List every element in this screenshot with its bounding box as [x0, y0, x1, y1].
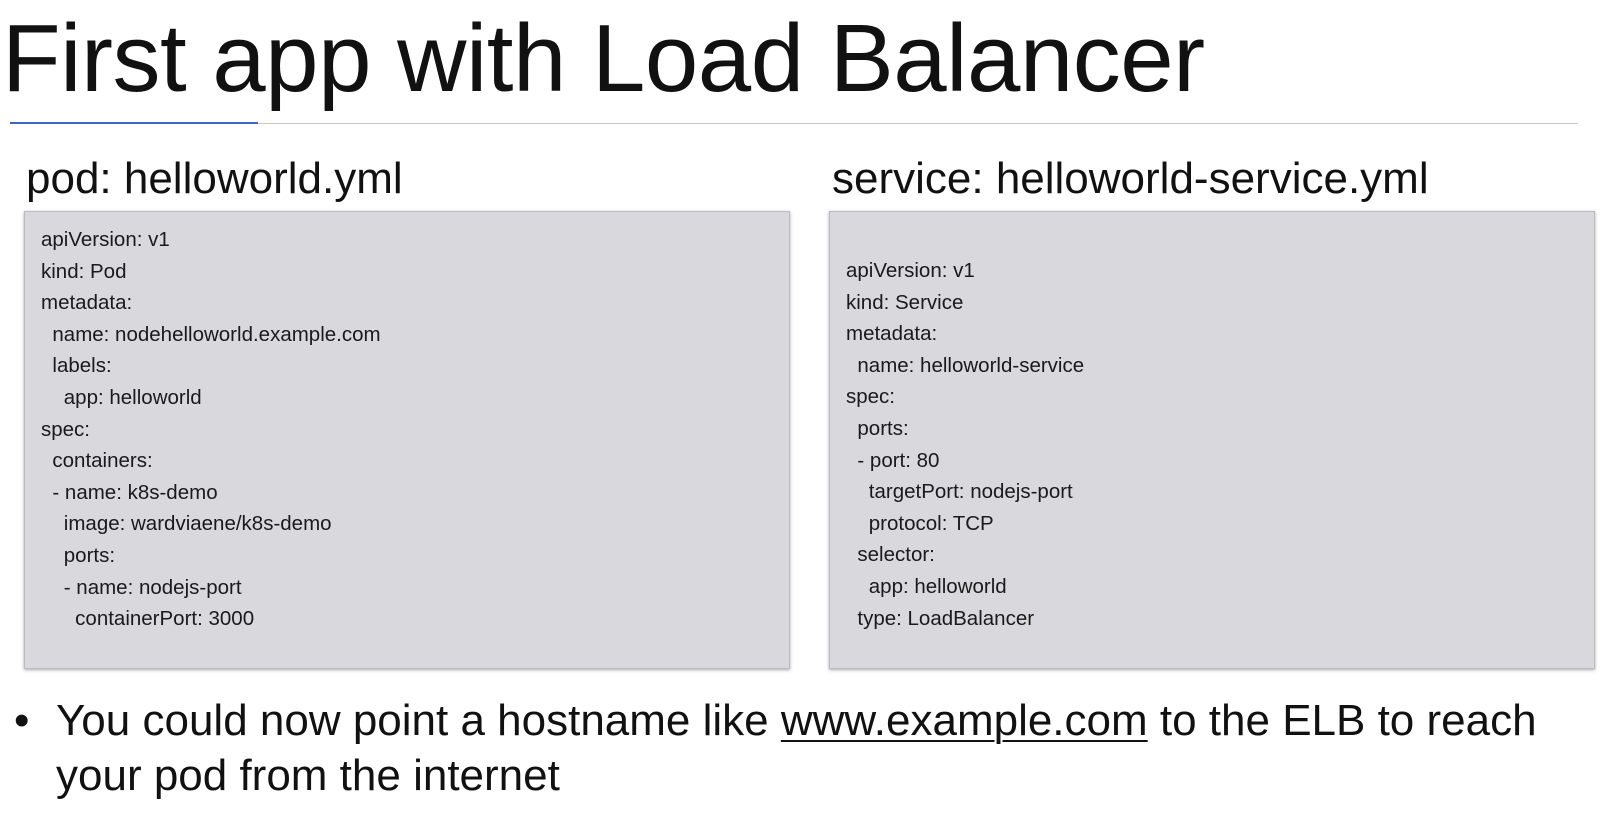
code-line: type: LoadBalancer	[846, 606, 1035, 630]
code-line: apiVersion: v1	[846, 259, 975, 282]
code-line: containerPort: 3000	[41, 607, 255, 631]
example-hostname-link[interactable]: www.example.com	[781, 696, 1148, 745]
code-line: ports:	[41, 543, 116, 567]
title-divider-accent	[10, 122, 258, 124]
code-line: - port: 80	[846, 448, 940, 472]
code-line: - name: nodejs-port	[41, 575, 242, 599]
code-line: app: helloworld	[41, 385, 202, 409]
code-line: selector:	[846, 543, 935, 567]
code-line: name: helloworld-service	[846, 353, 1085, 377]
code-line: - name: k8s-demo	[41, 480, 218, 504]
code-line: labels:	[41, 354, 112, 378]
bullet-text-before: You could now point a hostname like	[56, 696, 781, 745]
code-line: metadata:	[846, 322, 938, 346]
code-line: spec:	[41, 417, 90, 441]
code-line: metadata:	[41, 291, 133, 315]
code-line: image: wardviaene/k8s-demo	[41, 512, 332, 536]
bullet-text: You could now point a hostname like www.…	[56, 693, 1556, 803]
code-line: name: nodehelloworld.example.com	[41, 322, 381, 346]
pod-yaml-code-block: apiVersion: v1 kind: Pod metadata: name:…	[24, 211, 790, 669]
code-line: targetPort: nodejs-port	[846, 480, 1073, 504]
slide-title: First app with Load Balancer	[2, 5, 1205, 112]
code-line: app: helloworld	[846, 574, 1007, 598]
code-line: apiVersion: v1	[41, 228, 170, 251]
code-line: kind: Pod	[41, 259, 127, 283]
code-line: protocol: TCP	[846, 511, 994, 535]
bullet-marker: •	[14, 696, 30, 745]
pod-file-heading: pod: helloworld.yml	[26, 154, 403, 203]
code-line: spec:	[846, 385, 895, 409]
code-line: containers:	[41, 449, 153, 473]
code-line: kind: Service	[846, 290, 964, 314]
service-yaml-code-block: apiVersion: v1 kind: Service metadata: n…	[829, 211, 1595, 669]
service-file-heading: service: helloworld-service.yml	[832, 154, 1429, 203]
code-line: ports:	[846, 416, 909, 440]
